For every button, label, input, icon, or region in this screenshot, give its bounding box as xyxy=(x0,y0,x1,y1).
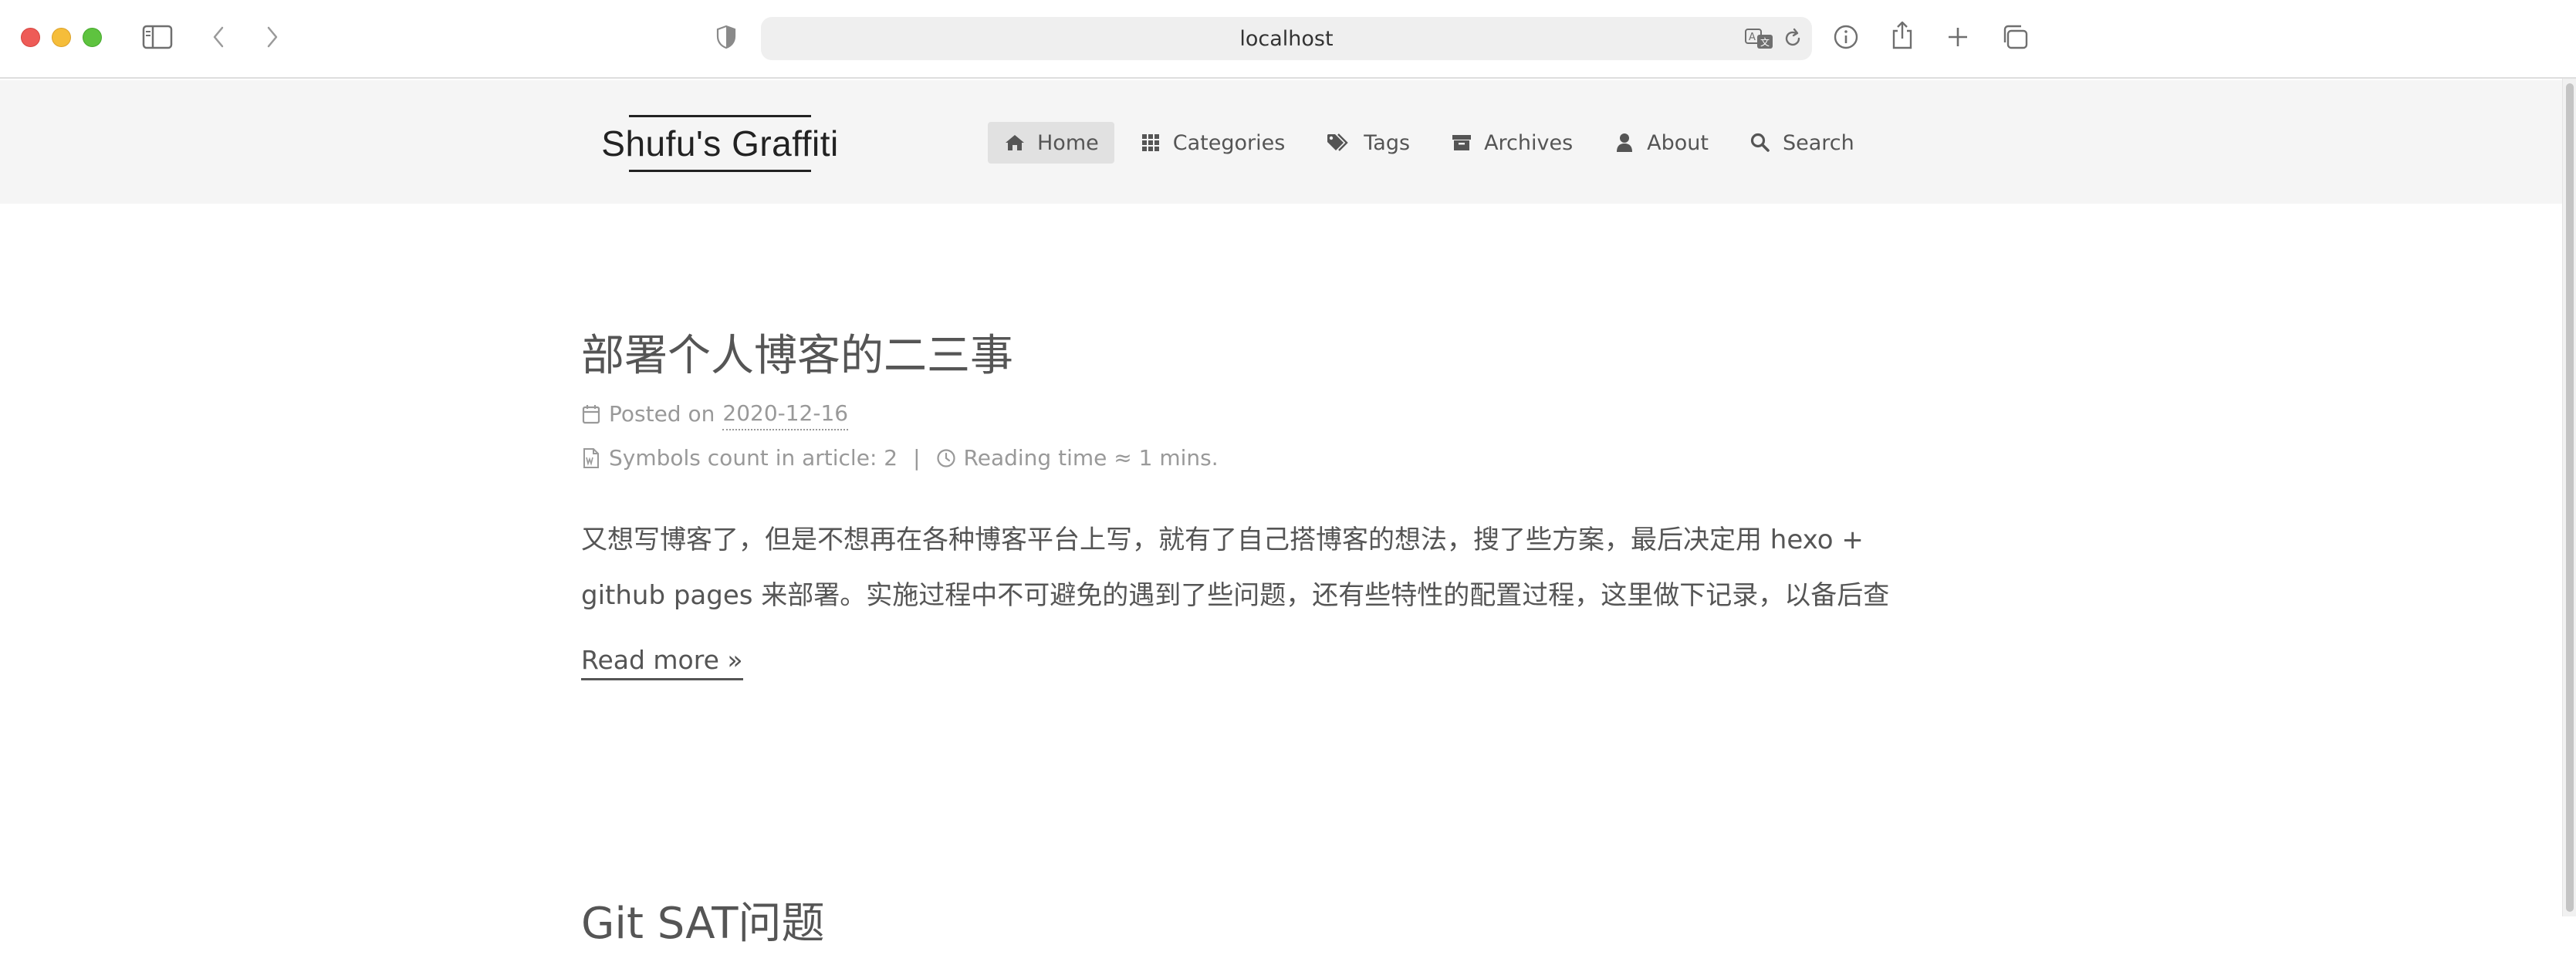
read-more-link[interactable]: Read more » xyxy=(581,645,743,680)
address-bar-text: localhost xyxy=(1239,26,1334,51)
nav-item-search[interactable]: Search xyxy=(1733,122,1870,164)
page-scrollbar[interactable] xyxy=(2562,79,2576,916)
nav-item-home[interactable]: Home xyxy=(988,122,1114,164)
meta-separator: | xyxy=(913,445,921,471)
file-word-icon xyxy=(581,447,601,470)
post-excerpt-line: github pages 来部署。实施过程中不可避免的遇到了些问题，还有些特性的… xyxy=(581,580,1890,611)
share-icon[interactable] xyxy=(1889,19,1915,52)
nav-item-about[interactable]: About xyxy=(1597,122,1724,164)
post-excerpt-line: 又想写博客了，但是不想再在各种博客平台上写，就有了自己搭博客的想法，搜了些方案，… xyxy=(581,525,1864,555)
post-date[interactable]: 2020-12-16 xyxy=(722,398,849,430)
brand-bottom-line xyxy=(629,170,811,172)
posted-on-label: Posted on xyxy=(609,401,715,427)
read-more-wrap: Read more » xyxy=(581,645,1970,680)
site-header: Shufu's Graffiti Home Categories Tags Ar… xyxy=(0,80,2562,204)
new-tab-icon[interactable] xyxy=(1945,23,1971,51)
forward-icon[interactable] xyxy=(261,22,284,52)
post-excerpt: 又想写博客了，但是不想再在各种博客平台上写，就有了自己搭博客的想法，搜了些方案，… xyxy=(581,512,1970,623)
post-meta-stats: Symbols count in article: 2 | Reading ti… xyxy=(581,443,1970,474)
main-nav: Home Categories Tags Archives About Sear… xyxy=(988,122,1879,164)
nav-label-search: Search xyxy=(1782,130,1854,155)
back-icon[interactable] xyxy=(207,22,230,52)
nav-item-categories[interactable]: Categories xyxy=(1124,122,1301,164)
svg-text:文: 文 xyxy=(1760,36,1770,48)
archive-icon xyxy=(1450,131,1473,154)
nav-label-archives: Archives xyxy=(1484,130,1574,155)
clock-icon xyxy=(936,447,956,470)
privacy-shield-icon[interactable] xyxy=(714,23,739,51)
close-window-button[interactable] xyxy=(21,28,40,47)
site-brand[interactable]: Shufu's Graffiti xyxy=(597,113,843,174)
info-icon[interactable] xyxy=(1832,23,1860,51)
symbols-count: Symbols count in article: 2 xyxy=(609,445,898,471)
user-icon xyxy=(1613,131,1636,154)
minimize-window-button[interactable] xyxy=(52,28,71,47)
nav-item-archives[interactable]: Archives xyxy=(1435,122,1588,164)
translate-icon[interactable]: A文 xyxy=(1744,26,1775,51)
calendar-icon xyxy=(581,403,601,426)
post-title[interactable]: Git SAT问题 xyxy=(581,893,1970,955)
tab-overview-icon[interactable] xyxy=(2000,23,2030,51)
scrollbar-thumb[interactable] xyxy=(2566,83,2574,912)
nav-label-about: About xyxy=(1647,130,1709,155)
nav-label-categories: Categories xyxy=(1172,130,1286,155)
post-item: 部署个人博客的二三事 Posted on 2020-12-16 Symbols … xyxy=(581,326,1970,680)
post-item: Git SAT问题 xyxy=(581,893,1970,955)
svg-text:A: A xyxy=(1749,32,1756,43)
sidebar-toggle-icon[interactable] xyxy=(140,22,174,52)
grid-icon xyxy=(1139,131,1162,154)
nav-label-home: Home xyxy=(1037,130,1099,155)
nav-item-tags[interactable]: Tags xyxy=(1310,122,1425,164)
site-title[interactable]: Shufu's Graffiti xyxy=(597,113,843,174)
reading-time: Reading time ≈ 1 mins. xyxy=(963,445,1219,471)
home-icon xyxy=(1003,131,1026,154)
reload-icon[interactable] xyxy=(1781,26,1804,51)
nav-label-tags: Tags xyxy=(1364,130,1411,155)
tags-icon xyxy=(1325,131,1353,154)
zoom-window-button[interactable] xyxy=(83,28,102,47)
address-bar[interactable]: localhost A文 xyxy=(761,17,1812,60)
search-icon xyxy=(1749,131,1772,154)
browser-toolbar: localhost A文 xyxy=(0,0,2576,79)
post-meta-date: Posted on 2020-12-16 xyxy=(581,398,1970,430)
post-title[interactable]: 部署个人博客的二三事 xyxy=(581,326,1970,387)
